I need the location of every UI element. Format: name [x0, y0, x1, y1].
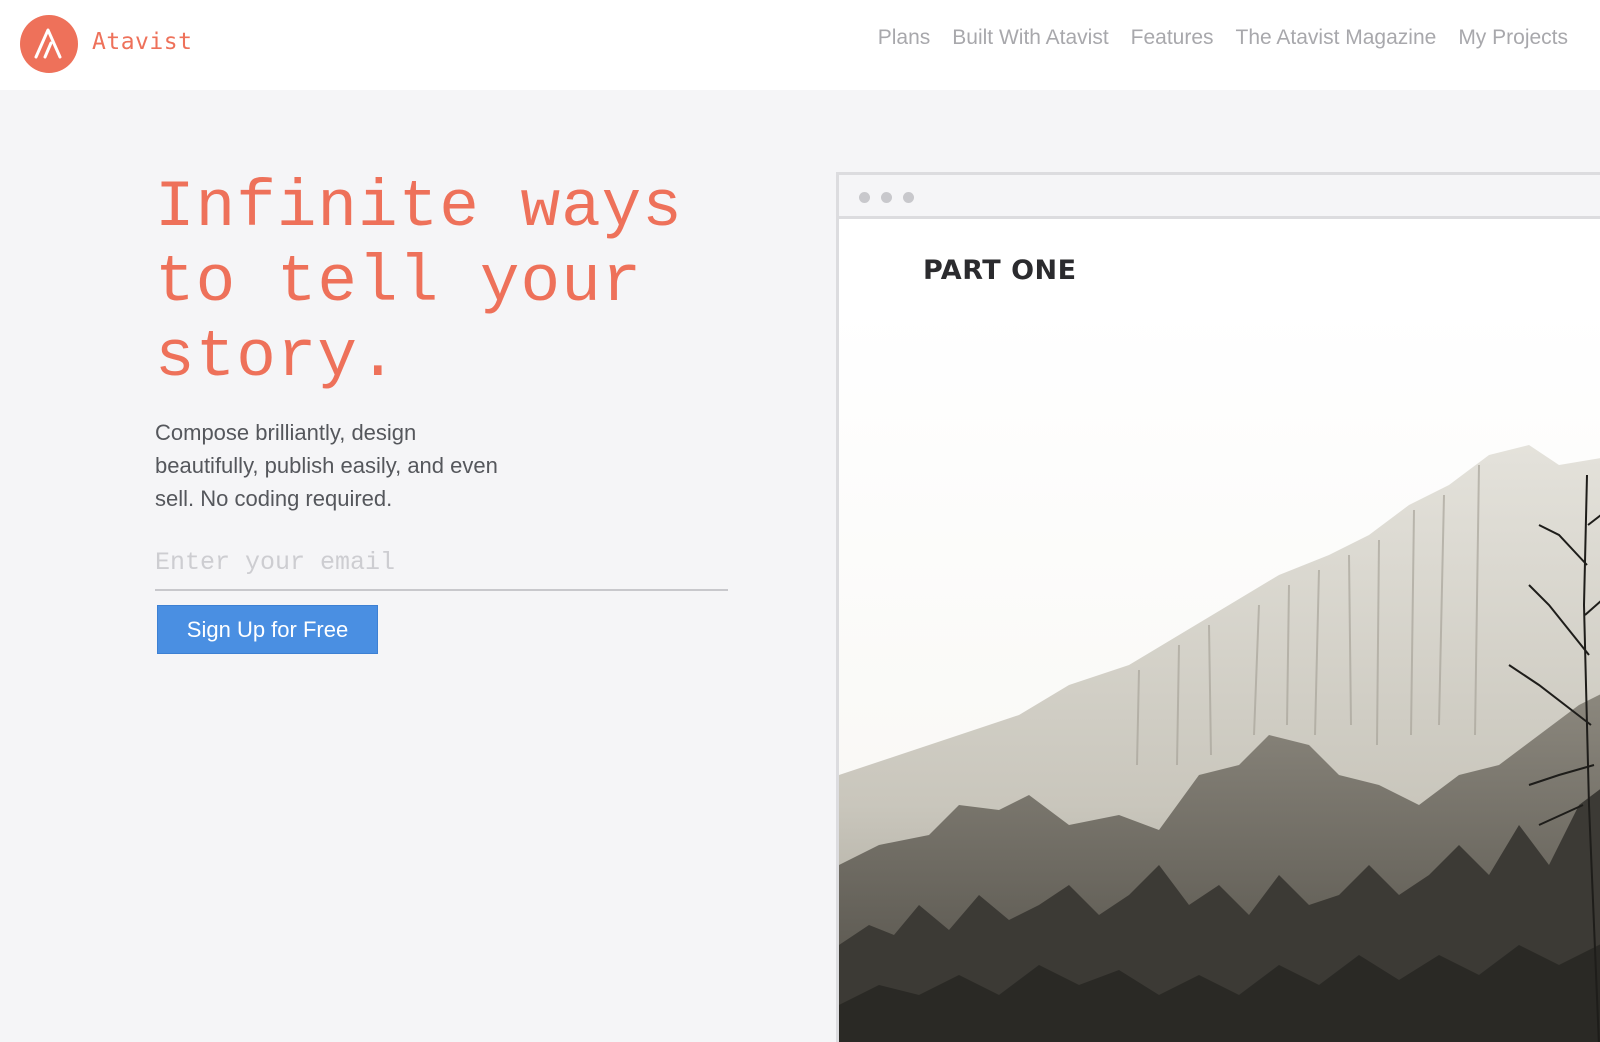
nav-item-my-projects[interactable]: My Projects [1458, 26, 1568, 50]
main-nav: Plans Built With Atavist Features The At… [878, 26, 1568, 50]
subtitle-line-3: sell. No coding required. [155, 486, 393, 511]
preview-window-titlebar [839, 175, 1600, 219]
preview-section-label: PART ONE [923, 255, 1077, 286]
headline-line-1: Infinite ways [155, 170, 683, 245]
brand-wordmark[interactable]: Atavist [92, 29, 192, 55]
window-dot-icon [881, 192, 892, 203]
email-input[interactable] [155, 544, 728, 591]
mountain-landscape-photo [839, 305, 1600, 1042]
nav-item-plans[interactable]: Plans [878, 26, 931, 50]
subtitle-line-1: Compose brilliantly, design [155, 420, 417, 445]
window-dot-icon [903, 192, 914, 203]
nav-item-atavist-magazine[interactable]: The Atavist Magazine [1236, 26, 1437, 50]
hero-headline: Infinite ways to tell your story. [155, 170, 795, 395]
window-dot-icon [859, 192, 870, 203]
nav-item-built-with-atavist[interactable]: Built With Atavist [952, 26, 1108, 50]
atavist-logo-icon[interactable] [20, 15, 78, 73]
story-preview-window: PART ONE [836, 172, 1600, 1042]
headline-line-2: to tell your [155, 245, 643, 320]
headline-line-3: story. [155, 320, 399, 395]
sign-up-button[interactable]: Sign Up for Free [157, 605, 378, 654]
nav-item-features[interactable]: Features [1131, 26, 1214, 50]
subtitle-line-2: beautifully, publish easily, and even [155, 453, 498, 478]
hero-subtitle: Compose brilliantly, design beautifully,… [155, 416, 565, 515]
site-header: Atavist Plans Built With Atavist Feature… [0, 0, 1600, 90]
